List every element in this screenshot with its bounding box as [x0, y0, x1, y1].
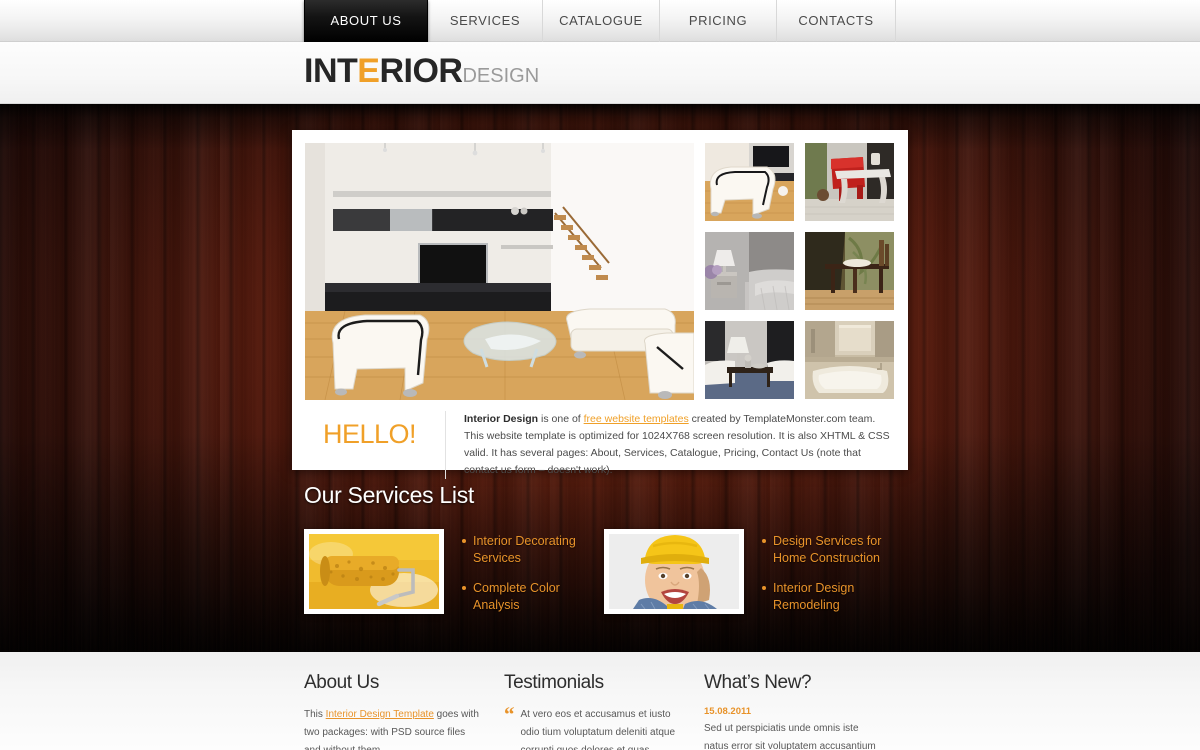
footer-column-about: About Us This Interior Design Template g…: [304, 672, 504, 750]
nav-item-services[interactable]: SERVICES: [428, 0, 543, 42]
nav-item-about-us[interactable]: ABOUT US: [304, 0, 428, 42]
service-item[interactable]: Interior Decorating Services: [462, 533, 604, 566]
testimonial-quote-row: “ At vero eos et accusamus et iusto odio…: [504, 702, 682, 750]
footer-columns: About Us This Interior Design Template g…: [304, 672, 904, 750]
footer-column-testimonials: Testimonials “ At vero eos et accusamus …: [504, 672, 704, 750]
about-text-pre: This: [304, 709, 326, 720]
living-room-illustration: [305, 143, 694, 400]
top-navigation-bar: ABOUT US SERVICES CATALOGUE PRICING CONT…: [0, 0, 1200, 42]
hero-white-panel: HELLO! Interior Design is one of free we…: [292, 130, 908, 479]
living-room-coffee-table-illustration: [705, 321, 794, 399]
hero-media-row: [305, 143, 894, 400]
woman-hard-hat-illustration: [609, 534, 739, 609]
logo-text-post: RIOR: [379, 52, 463, 90]
red-chair-white-table-illustration: [805, 143, 894, 221]
hero-description-lead: Interior Design: [464, 413, 539, 425]
services-title: Our Services List: [304, 482, 475, 508]
site-logo[interactable]: INTERIORDESIGN: [304, 52, 539, 91]
testimonial-text: At vero eos et accusamus et iusto odio t…: [520, 709, 676, 750]
thumbnail-2[interactable]: [805, 143, 894, 221]
thumbnail-1[interactable]: [705, 143, 794, 221]
free-website-templates-link[interactable]: free website templates: [584, 413, 689, 425]
service-block-1: Interior Decorating Services Complete Co…: [304, 529, 604, 627]
thumbnail-6[interactable]: [805, 321, 894, 399]
testimonials-heading: Testimonials: [504, 672, 604, 693]
service-list-1: Interior Decorating Services Complete Co…: [444, 529, 604, 627]
news-date: 15.08.2011: [704, 706, 752, 717]
nav-item-label: SERVICES: [449, 13, 521, 28]
nav-item-contacts[interactable]: CONTACTS: [777, 0, 896, 42]
thumbnail-4[interactable]: [805, 232, 894, 310]
hero-description: Interior Design is one of free website t…: [445, 411, 895, 479]
footer-column-whats-new: What’s New? 15.08.2011 Sed ut perspiciat…: [704, 672, 904, 750]
about-us-paragraph-1: This Interior Design Template goes with …: [304, 706, 482, 750]
service-item[interactable]: Interior Design Remodeling: [762, 580, 904, 613]
hero-text-row: HELLO! Interior Design is one of free we…: [305, 411, 895, 479]
services-row: Interior Decorating Services Complete Co…: [304, 529, 904, 627]
hero-hello-heading: HELLO!: [323, 419, 417, 449]
grey-bedroom-illustration: [705, 232, 794, 310]
white-lounge-chair-illustration: [705, 143, 794, 221]
wooden-dining-table-illustration: [805, 232, 894, 310]
logo-text-pre: INT: [304, 52, 358, 90]
thumbnail-3[interactable]: [705, 232, 794, 310]
quote-icon: “: [504, 702, 515, 726]
nav-item-label: ABOUT US: [330, 13, 402, 28]
nav-item-label: CONTACTS: [798, 13, 874, 28]
thumbnail-5[interactable]: [705, 321, 794, 399]
nav-item-catalogue[interactable]: CATALOGUE: [543, 0, 660, 42]
service-item[interactable]: Complete Color Analysis: [462, 580, 604, 613]
marble-bathtub-illustration: [805, 321, 894, 399]
nav-item-pricing[interactable]: PRICING: [660, 0, 777, 42]
interior-design-template-link[interactable]: Interior Design Template: [326, 709, 434, 720]
news-text: Sed ut perspiciatis unde omnis iste natu…: [704, 723, 876, 750]
logo-subtext: DESIGN: [462, 65, 540, 87]
hero-wood-section: HELLO! Interior Design is one of free we…: [0, 104, 1200, 652]
paint-roller-illustration: [309, 534, 439, 609]
about-us-heading: About Us: [304, 672, 379, 693]
service-image-2[interactable]: [604, 529, 744, 614]
footer-section: About Us This Interior Design Template g…: [0, 652, 1200, 750]
service-image-1[interactable]: [304, 529, 444, 614]
whats-new-heading: What’s New?: [704, 672, 812, 693]
service-block-2: Design Services for Home Construction In…: [604, 529, 904, 627]
service-list-2: Design Services for Home Construction In…: [744, 529, 904, 627]
nav-item-label: CATALOGUE: [559, 13, 643, 28]
logo-text-highlight: E: [357, 52, 380, 90]
nav-items-container: ABOUT US SERVICES CATALOGUE PRICING CONT…: [304, 0, 896, 42]
hero-description-part1: is one of: [538, 413, 584, 425]
service-item[interactable]: Design Services for Home Construction: [762, 533, 904, 566]
nav-item-label: PRICING: [688, 13, 748, 28]
services-section: Our Services List Interior Decorating Se…: [304, 482, 904, 627]
header-logo-bar: INTERIORDESIGN: [0, 42, 1200, 127]
hero-main-image[interactable]: [305, 143, 694, 400]
hero-thumbnail-grid: [705, 143, 894, 400]
